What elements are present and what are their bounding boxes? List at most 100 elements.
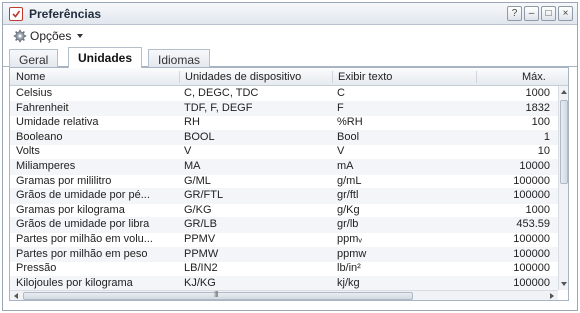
table-row[interactable]: Miliamperes MA mA 10000 (10, 159, 558, 175)
options-label: Opções (30, 29, 72, 43)
table-body: Celsius C, DEGC, TDC C 1000 Fahrenheit TDF, F… (10, 86, 558, 290)
title-bar[interactable]: Preferências ? – □ × (3, 3, 577, 25)
horizontal-scroll-thumb[interactable]: III (23, 290, 413, 300)
cell-unidades: RH (184, 116, 200, 129)
cell-exibir-texto: F (337, 101, 344, 114)
cell-nome: Gramas por mililitro (16, 174, 112, 187)
cell-exibir-texto: C (337, 87, 345, 99)
preferences-window: Preferências ? – □ × Opções Geral Unidad… (2, 2, 578, 311)
cell-max: 100000 (513, 262, 550, 275)
chevron-down-icon (77, 34, 83, 38)
table-row[interactable]: Gramas por mililitro G/ML g/mL 100000 (10, 174, 558, 190)
close-button[interactable]: × (558, 6, 573, 21)
cell-unidades: BOOL (184, 130, 215, 143)
table-row[interactable]: Celsius C, DEGC, TDC C 1000 (10, 86, 558, 102)
cell-unidades: GR/LB (184, 218, 218, 231)
cell-max: 100000 (513, 276, 550, 289)
table-row[interactable]: Kilojoules por kilograma KJ/KG kj/kg 100000 (10, 275, 558, 290)
cell-max: 100000 (513, 189, 550, 202)
cell-exibir-texto: g/Kg (337, 203, 360, 216)
scroll-up-icon[interactable] (561, 90, 567, 94)
cell-max: 100 (531, 116, 550, 129)
cell-max: 100000 (513, 174, 550, 187)
minimize-button[interactable]: – (524, 6, 539, 21)
cell-unidades: PPMW (184, 247, 219, 260)
scroll-down-icon[interactable] (561, 282, 567, 286)
cell-nome: Miliamperes (16, 160, 76, 172)
cell-unidades: V (184, 145, 192, 158)
table-row[interactable]: Partes por milhão em volu... PPMV ppmᵥ 1000… (10, 232, 558, 248)
column-header-unidades[interactable]: Unidades de dispositivo (179, 71, 301, 83)
cell-max: 10000 (519, 160, 550, 172)
horizontal-scrollbar[interactable]: III (10, 290, 558, 300)
cell-nome: Gramas por kilograma (16, 203, 125, 216)
scroll-left-icon[interactable] (14, 293, 18, 299)
cell-max: 100000 (513, 247, 550, 260)
cell-exibir-texto: ppmw (337, 247, 367, 260)
cell-unidades: G/ML (184, 174, 211, 187)
tab-bar: Geral Unidades Idiomas (3, 47, 577, 68)
tab-idiomas[interactable]: Idiomas (148, 49, 211, 67)
cell-unidades: C, DEGC, TDC (184, 87, 259, 99)
table-row[interactable]: Grãos de umidade por libra GR/LB gr/lb 453.… (10, 217, 558, 234)
vertical-scroll-thumb[interactable] (560, 100, 568, 184)
cell-unidades: MA (184, 160, 201, 172)
help-button[interactable]: ? (507, 6, 522, 21)
cell-nome: Grãos de umidade por libra (16, 218, 150, 231)
cell-nome: Grãos de umidade por pé... (16, 189, 150, 202)
cell-nome: Celsius (16, 87, 53, 99)
gear-icon (13, 29, 27, 43)
cell-nome: Kilojoules por kilograma (16, 276, 133, 289)
cell-exibir-texto: lb/in² (337, 262, 361, 275)
column-header-exibir-texto[interactable]: Exibir texto (332, 71, 392, 83)
cell-exibir-texto: %RH (337, 116, 363, 129)
cell-unidades: G/KG (184, 203, 212, 216)
table-row[interactable]: Fahrenheit TDF, F, DEGF F 1832 (10, 100, 558, 117)
table-row[interactable]: Gramas por kilograma G/KG g/Kg 1000 (10, 203, 558, 219)
cell-nome: Fahrenheit (16, 101, 69, 114)
cell-exibir-texto: V (337, 145, 345, 158)
cell-nome: Pressão (16, 262, 57, 275)
table-row[interactable]: Partes por milhão em peso PPMW ppmw 100000 (10, 246, 558, 263)
cell-exibir-texto: gr/ftl (337, 189, 359, 202)
cell-max: 10 (537, 145, 550, 158)
cell-nome: Booleano (16, 130, 63, 143)
cell-nome: Partes por milhão em volu... (16, 233, 153, 245)
cell-unidades: GR/FTL (184, 189, 224, 202)
table-row[interactable]: Booleano BOOL Bool 1 (10, 129, 558, 146)
column-header-max[interactable]: Máx. (476, 71, 546, 83)
column-header-nome[interactable]: Nome (16, 71, 45, 83)
cell-unidades: LB/IN2 (184, 262, 218, 275)
table-row[interactable]: Umidade relativa RH %RH 100 (10, 115, 558, 131)
cell-max: 1000 (525, 203, 550, 216)
cell-unidades: TDF, F, DEGF (184, 101, 253, 114)
vertical-scrollbar[interactable] (558, 86, 568, 290)
cell-exibir-texto: g/mL (337, 174, 362, 187)
tab-unidades[interactable]: Unidades (68, 47, 143, 68)
cell-max: 453.59 (516, 218, 550, 231)
table-row[interactable]: Pressão LB/IN2 lb/in² 100000 (10, 261, 558, 277)
tab-geral[interactable]: Geral (9, 49, 59, 67)
maximize-button[interactable]: □ (541, 6, 556, 21)
cell-max: 100000 (513, 233, 550, 245)
scroll-right-icon[interactable] (550, 293, 554, 299)
cell-max: 1 (543, 130, 550, 143)
cell-exibir-texto: Bool (337, 130, 360, 143)
cell-max: 1000 (525, 87, 550, 99)
table-row[interactable]: Volts V V 10 (10, 144, 558, 160)
cell-exibir-texto: kj/kg (337, 276, 360, 289)
app-icon (9, 7, 23, 21)
table-header: Nome Unidades de dispositivo Exibir text… (10, 68, 568, 86)
cell-nome: Umidade relativa (16, 116, 99, 129)
cell-nome: Volts (16, 145, 40, 158)
cell-exibir-texto: mA (337, 160, 354, 172)
table-row[interactable]: Grãos de umidade por pé... GR/FTL gr/ftl 10… (10, 188, 558, 204)
units-table: Nome Unidades de dispositivo Exibir text… (9, 67, 569, 301)
cell-exibir-texto: gr/lb (337, 218, 359, 231)
cell-exibir-texto: ppmᵥ (337, 233, 362, 245)
cell-max: 1832 (525, 101, 550, 114)
cell-unidades: PPMV (184, 233, 216, 245)
cell-nome: Partes por milhão em peso (16, 247, 148, 260)
cell-unidades: KJ/KG (184, 276, 216, 289)
window-title: Preferências (29, 7, 102, 21)
